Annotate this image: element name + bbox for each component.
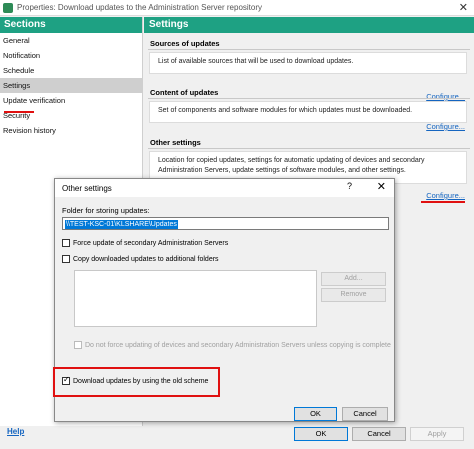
force-update-row[interactable]: Force update of secondary Administration… <box>62 239 228 247</box>
dialog-ok-button[interactable]: OK <box>294 407 337 421</box>
window-title: Properties: Download updates to the Admi… <box>17 3 263 12</box>
app-icon <box>3 2 13 13</box>
copy-downloaded-checkbox[interactable] <box>62 255 70 263</box>
old-scheme-highlight-box <box>53 367 220 397</box>
sidebar-item-update-verification[interactable]: Update verification <box>0 93 142 108</box>
additional-folders-list <box>74 270 317 327</box>
content-title: Content of updates <box>150 88 219 97</box>
sections-header: Sections <box>0 17 142 33</box>
content-description: Set of components and software modules f… <box>149 101 467 123</box>
sources-configure-link[interactable]: Configure... <box>426 92 465 101</box>
content-divider <box>148 98 470 99</box>
sources-title: Sources of updates <box>150 39 220 48</box>
window-close-icon[interactable]: ✕ <box>459 1 468 14</box>
sidebar-item-schedule[interactable]: Schedule <box>0 63 142 78</box>
settings-header: Settings <box>144 17 474 33</box>
dialog-close-icon[interactable]: ✕ <box>377 180 386 193</box>
add-folder-button: Add... <box>321 272 386 286</box>
no-force-row: Do not force updating of devices and sec… <box>74 341 391 349</box>
content-configure-link[interactable]: Configure... <box>426 122 465 131</box>
help-link[interactable]: Help <box>7 427 24 436</box>
other-settings-dialog: Other settings ? ✕ Folder for storing up… <box>53 178 395 422</box>
dialog-title: Other settings <box>62 183 112 193</box>
dialog-cancel-button[interactable]: Cancel <box>342 407 388 421</box>
sources-description: List of available sources that will be u… <box>149 52 467 74</box>
settings-highlight-underline <box>4 111 34 113</box>
sources-divider <box>148 49 470 50</box>
sidebar-item-general[interactable]: General <box>0 33 142 48</box>
cancel-button[interactable]: Cancel <box>352 427 406 441</box>
sidebar-item-notification[interactable]: Notification <box>0 48 142 63</box>
sidebar-item-revision-history[interactable]: Revision history <box>0 123 142 138</box>
configure-highlight-underline <box>421 201 465 203</box>
no-force-label: Do not force updating of devices and sec… <box>85 341 391 349</box>
force-update-label: Force update of secondary Administration… <box>73 239 229 247</box>
dialog-help-icon[interactable]: ? <box>347 181 352 191</box>
apply-button: Apply <box>410 427 464 441</box>
bottom-bar: Help OK Cancel Apply <box>0 426 474 449</box>
folder-label: Folder for storing updates: <box>62 206 150 215</box>
folder-path-input[interactable]: \\TEST-KSC-01\KLSHARE\Updates <box>62 217 389 230</box>
dialog-titlebar: Other settings ? ✕ <box>55 179 394 197</box>
window-titlebar: Properties: Download updates to the Admi… <box>0 0 474 16</box>
other-divider <box>148 148 470 149</box>
other-configure-link[interactable]: Configure... <box>426 191 465 200</box>
other-title: Other settings <box>150 138 201 147</box>
sidebar-item-settings[interactable]: Settings <box>0 78 142 93</box>
ok-button[interactable]: OK <box>294 427 348 441</box>
folder-path-value: \\TEST-KSC-01\KLSHARE\Updates <box>65 220 178 229</box>
remove-folder-button: Remove <box>321 288 386 302</box>
copy-downloaded-row[interactable]: Copy downloaded updates to additional fo… <box>62 255 219 263</box>
copy-downloaded-label: Copy downloaded updates to additional fo… <box>73 255 219 263</box>
force-update-checkbox[interactable] <box>62 239 70 247</box>
no-force-checkbox <box>74 341 82 349</box>
